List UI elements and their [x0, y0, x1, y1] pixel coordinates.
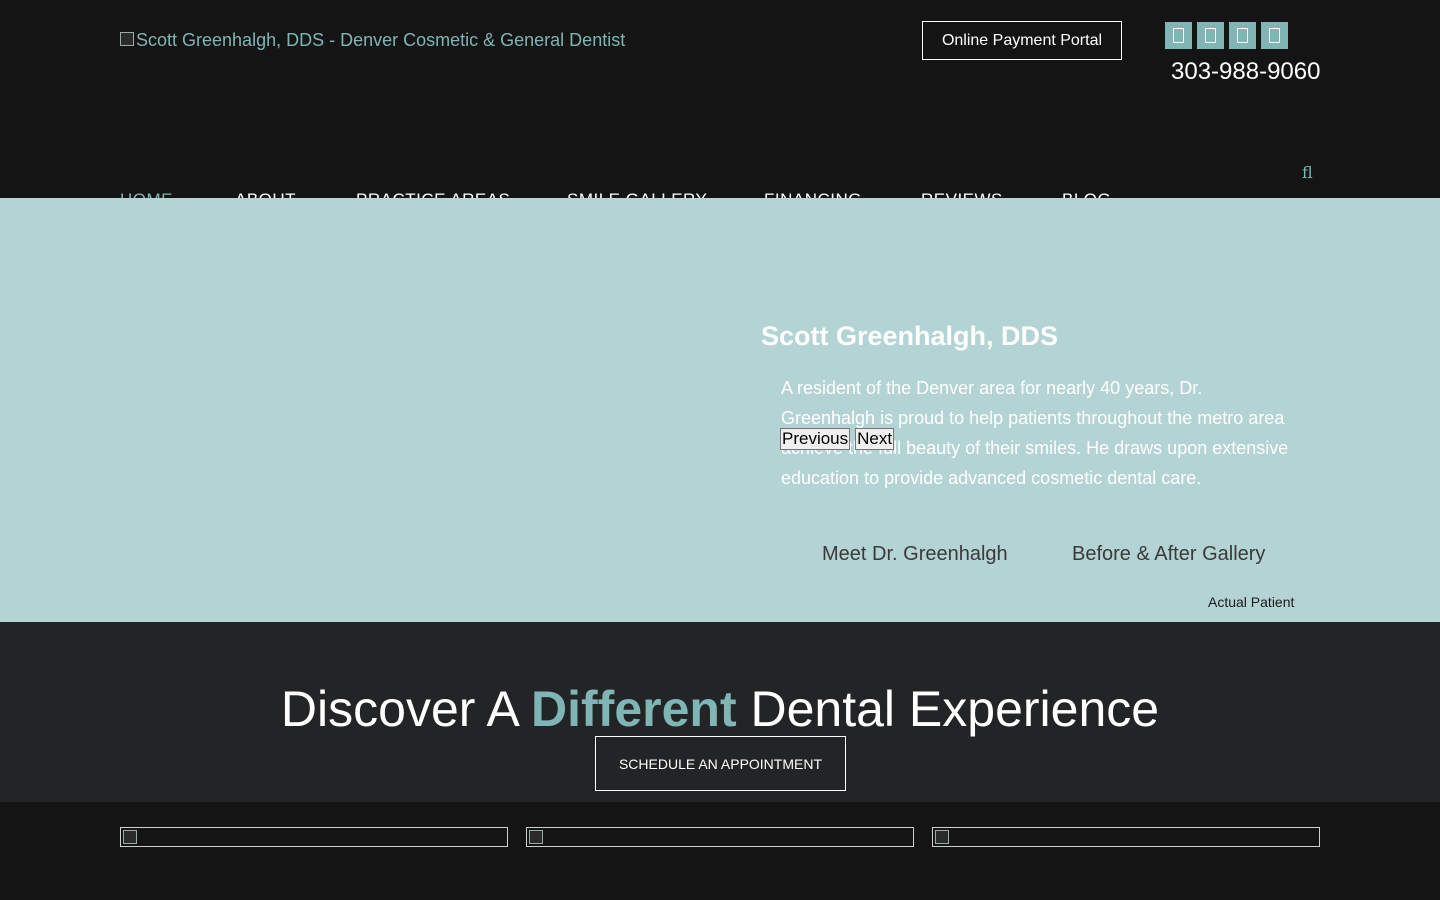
nav-item-practice-areas[interactable]: PRACTICE AREAS	[356, 190, 510, 198]
social-icon[interactable]	[1197, 22, 1224, 49]
nav-item-about[interactable]: ABOUT	[235, 190, 296, 198]
online-payment-portal-button[interactable]: Online Payment Portal	[922, 21, 1122, 60]
social-icon[interactable]	[1165, 22, 1192, 49]
heading-accent: Different	[531, 681, 737, 737]
feature-image[interactable]	[932, 827, 1320, 847]
nav-item-reviews[interactable]: REVIEWS	[921, 190, 1003, 198]
before-after-gallery-link[interactable]: Before & After Gallery	[1072, 543, 1265, 566]
nav-item-smile-gallery[interactable]: SMILE GALLERY	[567, 190, 707, 198]
search-icon[interactable]: fl	[1302, 163, 1313, 182]
heading-post: Dental Experience	[736, 681, 1160, 737]
social-icon[interactable]	[1229, 22, 1256, 49]
logo-alt-text: Scott Greenhalgh, DDS - Denver Cosmetic …	[136, 29, 626, 50]
social-icon[interactable]	[1261, 22, 1288, 49]
previous-button[interactable]: Previous	[780, 428, 851, 450]
photo-caption: Actual Patient	[1208, 594, 1295, 610]
phone-number[interactable]: 303-988-9060	[1171, 58, 1320, 86]
nav-item-home[interactable]: HOME	[120, 190, 173, 198]
discover-heading: Discover A Different Dental Experience	[0, 680, 1440, 738]
hero-title: Scott Greenhalgh, DDS	[761, 321, 1059, 351]
heading-pre: Discover A	[280, 681, 532, 737]
schedule-appointment-button[interactable]: SCHEDULE AN APPOINTMENT	[595, 736, 846, 791]
meet-dr-link[interactable]: Meet Dr. Greenhalgh	[822, 543, 1008, 566]
hero-slider: Scott Greenhalgh, DDS A resident of the …	[0, 198, 1440, 622]
social-links	[1165, 22, 1288, 49]
slider-controls: Previous Next	[780, 428, 895, 450]
feature-image[interactable]	[526, 827, 914, 847]
main-nav: HOME ABOUT PRACTICE AREAS SMILE GALLERY …	[0, 186, 1440, 198]
next-button[interactable]: Next	[855, 428, 895, 450]
nav-item-financing[interactable]: FINANCING	[764, 190, 862, 198]
logo[interactable]: Scott Greenhalgh, DDS - Denver Cosmetic …	[120, 28, 625, 52]
nav-item-blog[interactable]: BLOG	[1062, 190, 1111, 198]
discover-band: Discover A Different Dental Experience S…	[0, 622, 1440, 802]
site-header: Scott Greenhalgh, DDS - Denver Cosmetic …	[0, 0, 1440, 198]
feature-image[interactable]	[120, 827, 508, 847]
broken-image-icon	[120, 32, 136, 48]
